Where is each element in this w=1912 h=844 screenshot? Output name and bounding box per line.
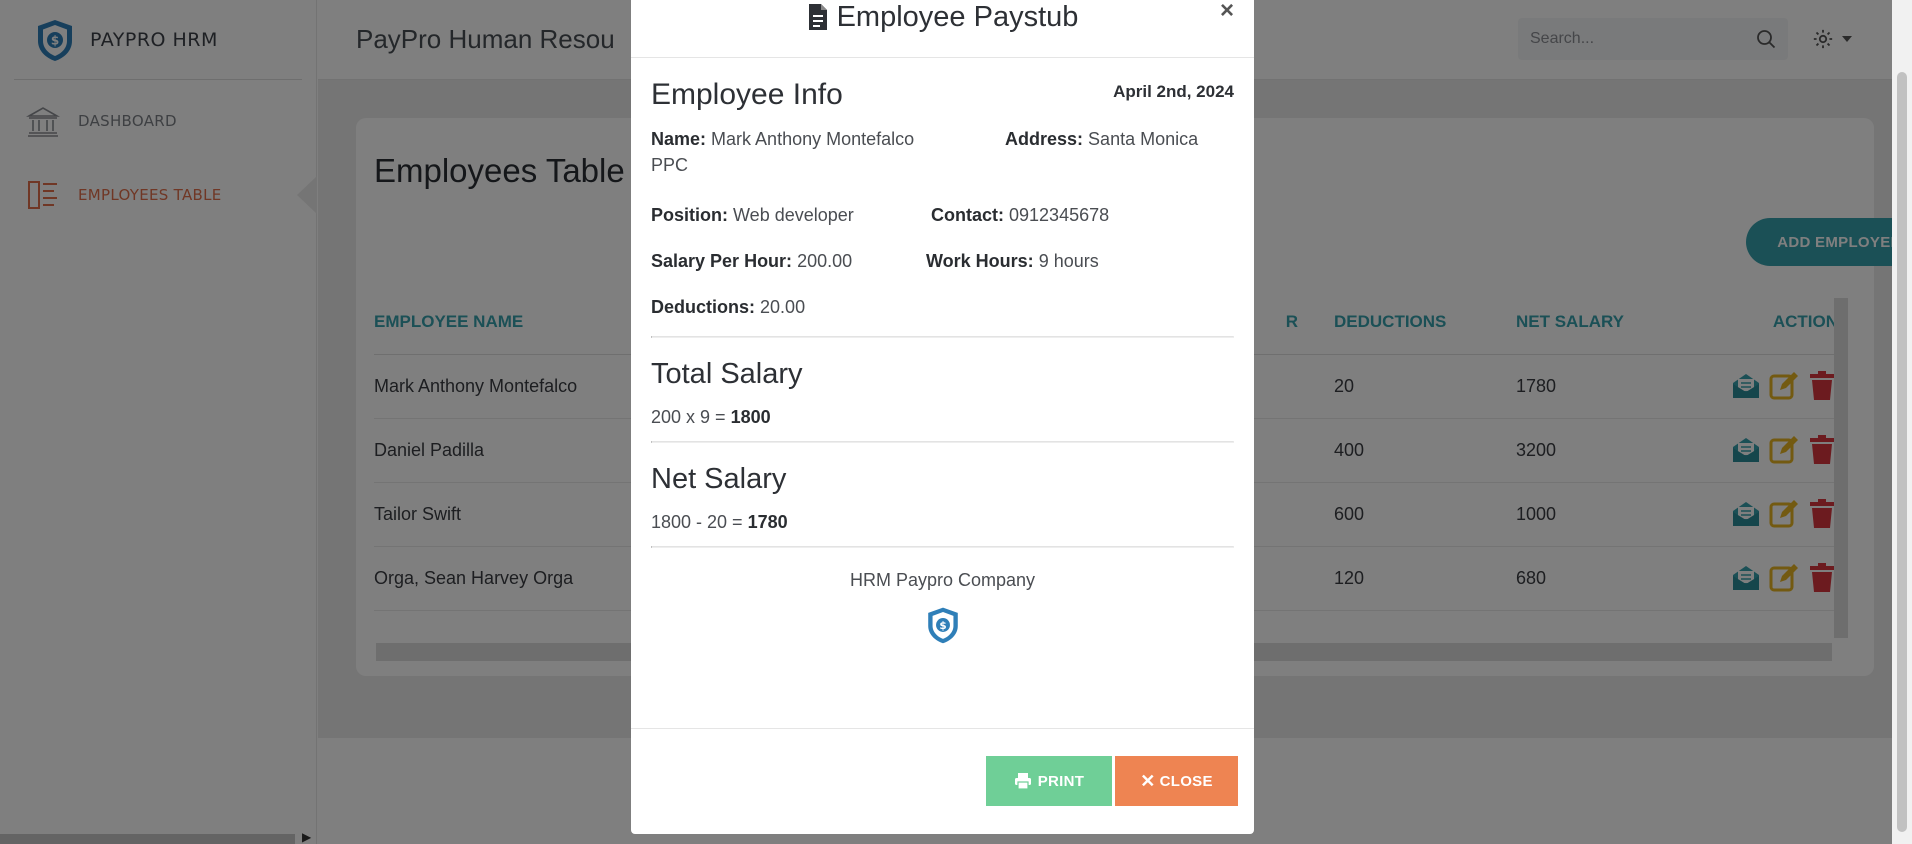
field-position: Position: Web developer bbox=[651, 205, 854, 225]
net-salary-heading: Net Salary bbox=[651, 463, 787, 495]
print-button[interactable]: PRINT bbox=[986, 756, 1112, 806]
modal-title-text: Employee Paystub bbox=[836, 0, 1079, 33]
close-button[interactable]: ✕ CLOSE bbox=[1115, 756, 1238, 806]
divider bbox=[651, 336, 1234, 338]
close-label: CLOSE bbox=[1159, 772, 1213, 790]
divider bbox=[651, 546, 1234, 548]
company-name: HRM Paypro Company bbox=[849, 570, 1036, 590]
net-salary-calculation: 1800 - 20 = 1780 bbox=[651, 512, 788, 532]
employee-info-heading: Employee Info bbox=[651, 78, 843, 111]
company-logo-icon: $ bbox=[927, 607, 958, 644]
close-icon: ✕ bbox=[1140, 770, 1156, 791]
field-name: Name: Mark Anthony Montefalco PPC bbox=[651, 129, 915, 175]
total-salary-calculation: 200 x 9 = 1800 bbox=[651, 407, 771, 427]
modal-footer: PRINT ✕ CLOSE bbox=[631, 728, 1254, 834]
field-work-hours: Work Hours: 9 hours bbox=[926, 251, 1099, 271]
field-address: Address: Santa Monica bbox=[1005, 129, 1199, 149]
print-label: PRINT bbox=[1037, 772, 1085, 790]
paystub-modal: Employee Paystub × Employee Info April 2… bbox=[631, 0, 1254, 834]
printer-icon bbox=[1014, 773, 1031, 790]
field-deductions: Deductions: 20.00 bbox=[651, 297, 806, 317]
svg-text:$: $ bbox=[939, 620, 946, 632]
paystub-date: April 2nd, 2024 bbox=[1113, 82, 1234, 101]
field-contact: Contact: 0912345678 bbox=[931, 205, 1110, 225]
total-salary-heading: Total Salary bbox=[651, 358, 803, 390]
field-salary-per-hour: Salary Per Hour: 200.00 bbox=[651, 251, 853, 271]
modal-close-x-button[interactable]: × bbox=[1220, 0, 1234, 23]
modal-title: Employee Paystub bbox=[631, 0, 1254, 34]
modal-body: Employee Info April 2nd, 2024 Name: Mark… bbox=[631, 58, 1254, 645]
modal-header: Employee Paystub × bbox=[631, 0, 1254, 58]
divider bbox=[651, 441, 1234, 443]
document-icon bbox=[808, 4, 827, 30]
scrollbar-thumb[interactable] bbox=[1897, 72, 1907, 832]
page-scrollbar[interactable] bbox=[1892, 0, 1912, 844]
